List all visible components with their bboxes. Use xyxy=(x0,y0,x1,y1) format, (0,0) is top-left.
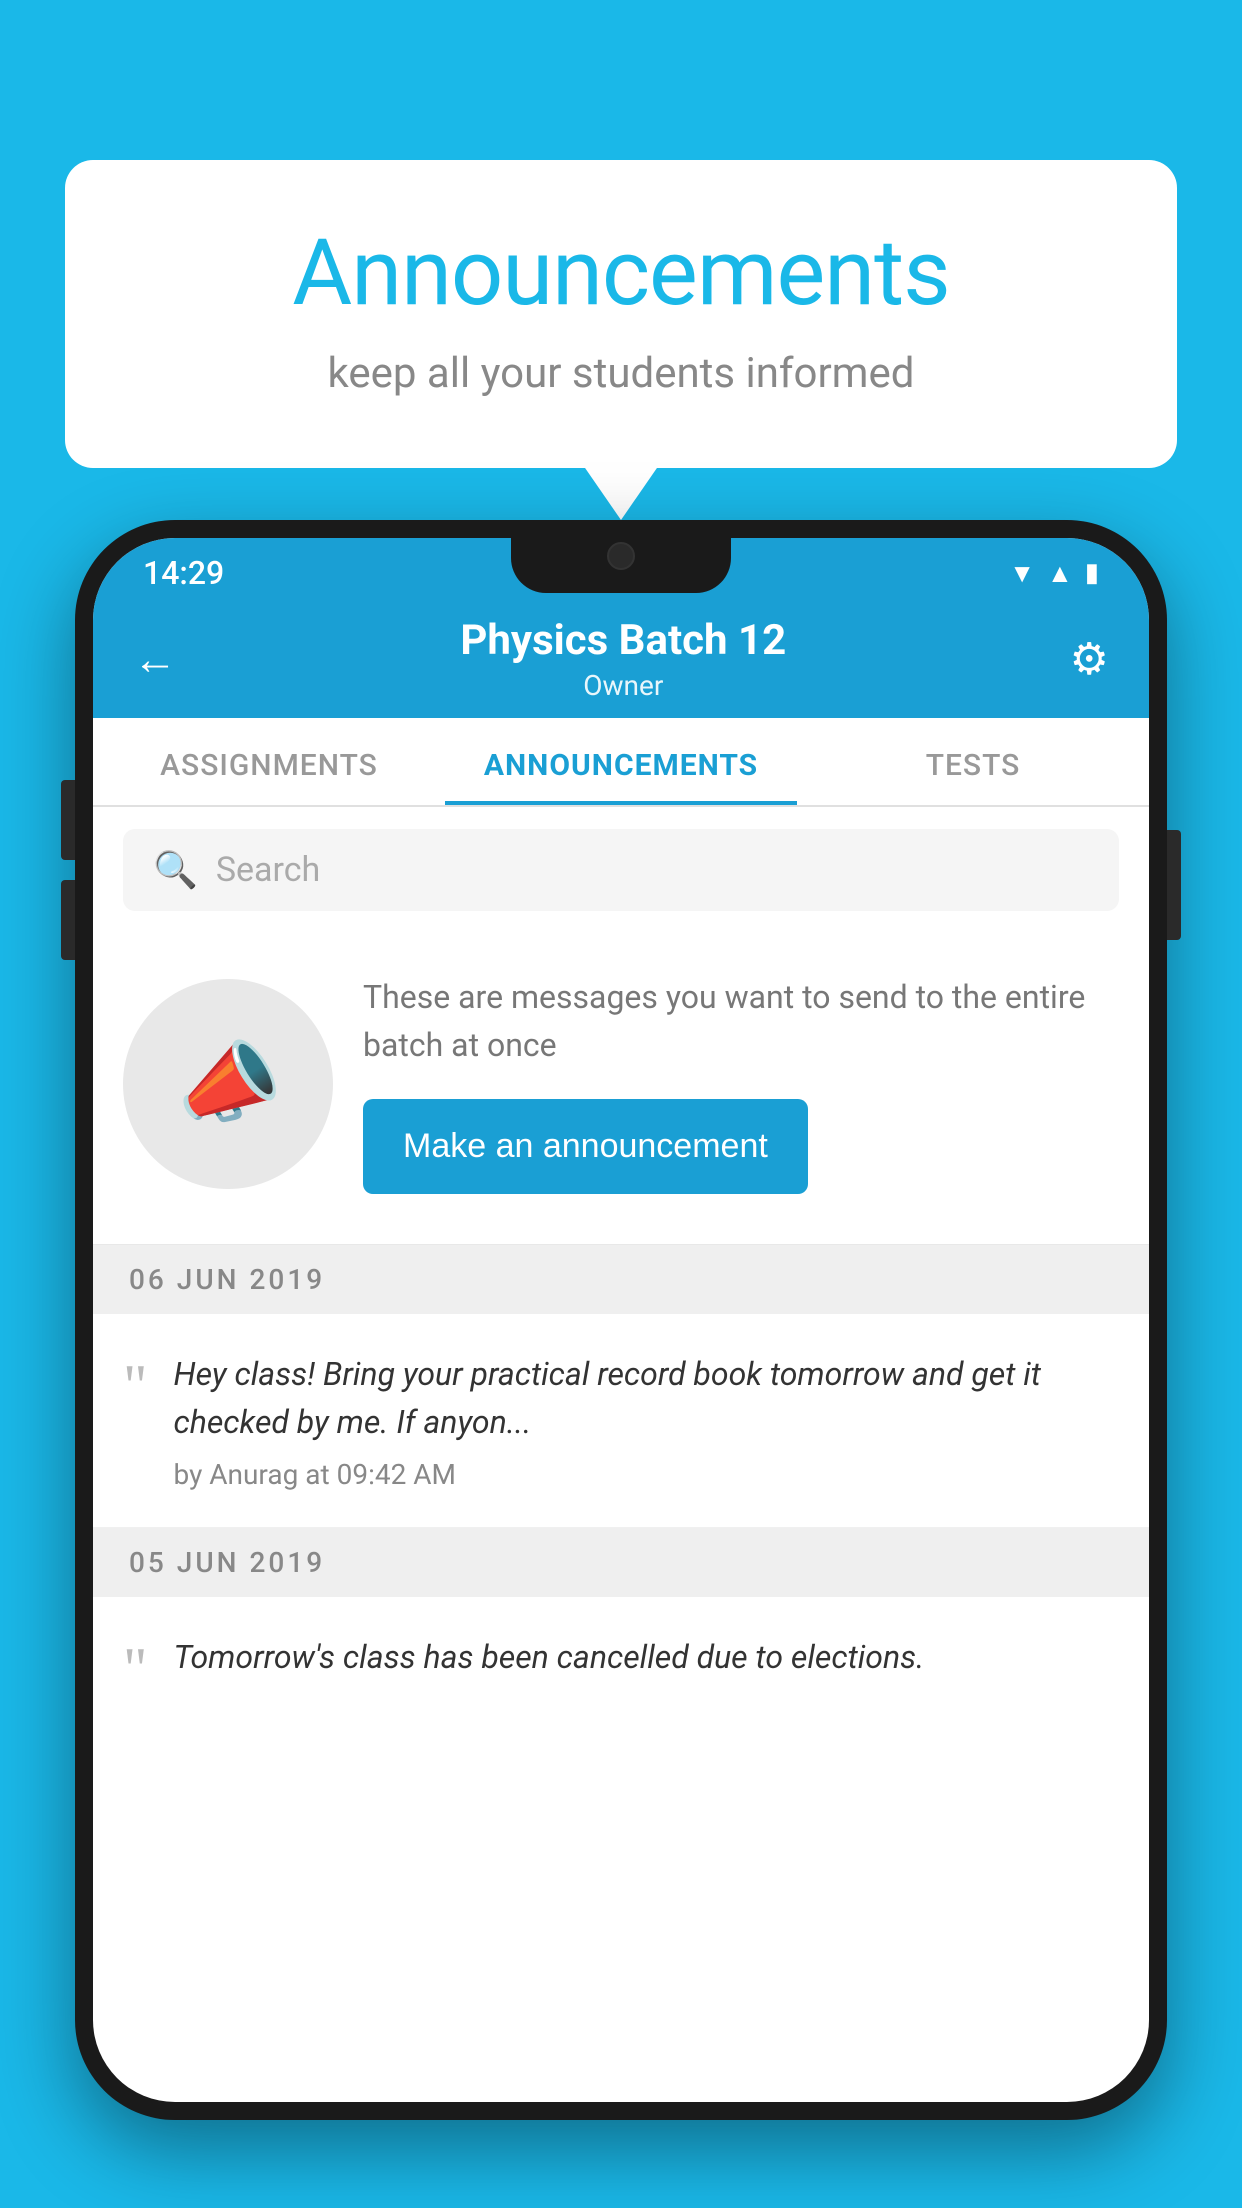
wifi-icon: ▼ xyxy=(1009,558,1035,589)
quote-icon-2: " xyxy=(123,1639,148,1699)
announcement-icon-circle: 📣 xyxy=(123,979,333,1189)
back-button[interactable]: ← xyxy=(133,633,177,685)
phone-camera xyxy=(607,542,635,570)
announcement-meta-1: by Anurag at 09:42 AM xyxy=(174,1458,1120,1491)
date-separator-2: 05 JUN 2019 xyxy=(93,1528,1149,1597)
tab-announcements[interactable]: ANNOUNCEMENTS xyxy=(445,718,797,805)
megaphone-icon: 📣 xyxy=(167,1025,289,1142)
status-time: 14:29 xyxy=(143,554,224,592)
status-icons: ▼ ▲ ▮ xyxy=(1009,558,1099,589)
volume-down-button[interactable] xyxy=(61,880,75,960)
announcement-text-1: Hey class! Bring your practical record b… xyxy=(174,1350,1120,1446)
promo-content: These are messages you want to send to t… xyxy=(363,973,1119,1194)
volume-up-button[interactable] xyxy=(61,780,75,860)
battery-icon: ▮ xyxy=(1085,558,1099,588)
header-center: Physics Batch 12 Owner xyxy=(177,616,1070,702)
promo-description: These are messages you want to send to t… xyxy=(363,973,1119,1069)
speech-bubble-container: Announcements keep all your students inf… xyxy=(65,160,1177,468)
make-announcement-button[interactable]: Make an announcement xyxy=(363,1099,808,1194)
tabs-container: ASSIGNMENTS ANNOUNCEMENTS TESTS xyxy=(93,718,1149,807)
phone-frame: 14:29 ▼ ▲ ▮ ← Physics Batch 12 Owner ⚙ xyxy=(75,520,1167,2120)
phone-screen: 14:29 ▼ ▲ ▮ ← Physics Batch 12 Owner ⚙ xyxy=(93,538,1149,2102)
bubble-subtitle: keep all your students informed xyxy=(145,349,1097,398)
announcement-content-1: Hey class! Bring your practical record b… xyxy=(174,1350,1120,1491)
search-container: 🔍 Search xyxy=(93,807,1149,933)
header-title: Physics Batch 12 xyxy=(177,616,1070,665)
search-icon: 🔍 xyxy=(153,849,198,891)
header-subtitle: Owner xyxy=(177,669,1070,702)
tab-tests[interactable]: TESTS xyxy=(797,718,1149,805)
announcement-item-2[interactable]: " Tomorrow's class has been cancelled du… xyxy=(93,1597,1149,1735)
promo-area: 📣 These are messages you want to send to… xyxy=(93,933,1149,1245)
tab-assignments[interactable]: ASSIGNMENTS xyxy=(93,718,445,805)
announcement-content-2: Tomorrow's class has been cancelled due … xyxy=(174,1633,1120,1693)
quote-icon-1: " xyxy=(123,1356,148,1416)
date-separator-1: 06 JUN 2019 xyxy=(93,1245,1149,1314)
settings-icon[interactable]: ⚙ xyxy=(1070,633,1109,685)
app-header: ← Physics Batch 12 Owner ⚙ xyxy=(93,600,1149,718)
bubble-title: Announcements xyxy=(145,220,1097,327)
announcement-text-2: Tomorrow's class has been cancelled due … xyxy=(174,1633,1120,1681)
signal-icon: ▲ xyxy=(1047,558,1073,589)
search-box[interactable]: 🔍 Search xyxy=(123,829,1119,911)
search-input[interactable]: Search xyxy=(216,850,320,890)
speech-bubble: Announcements keep all your students inf… xyxy=(65,160,1177,468)
phone-container: 14:29 ▼ ▲ ▮ ← Physics Batch 12 Owner ⚙ xyxy=(75,520,1167,2208)
power-button[interactable] xyxy=(1167,830,1181,940)
announcement-item-1[interactable]: " Hey class! Bring your practical record… xyxy=(93,1314,1149,1528)
